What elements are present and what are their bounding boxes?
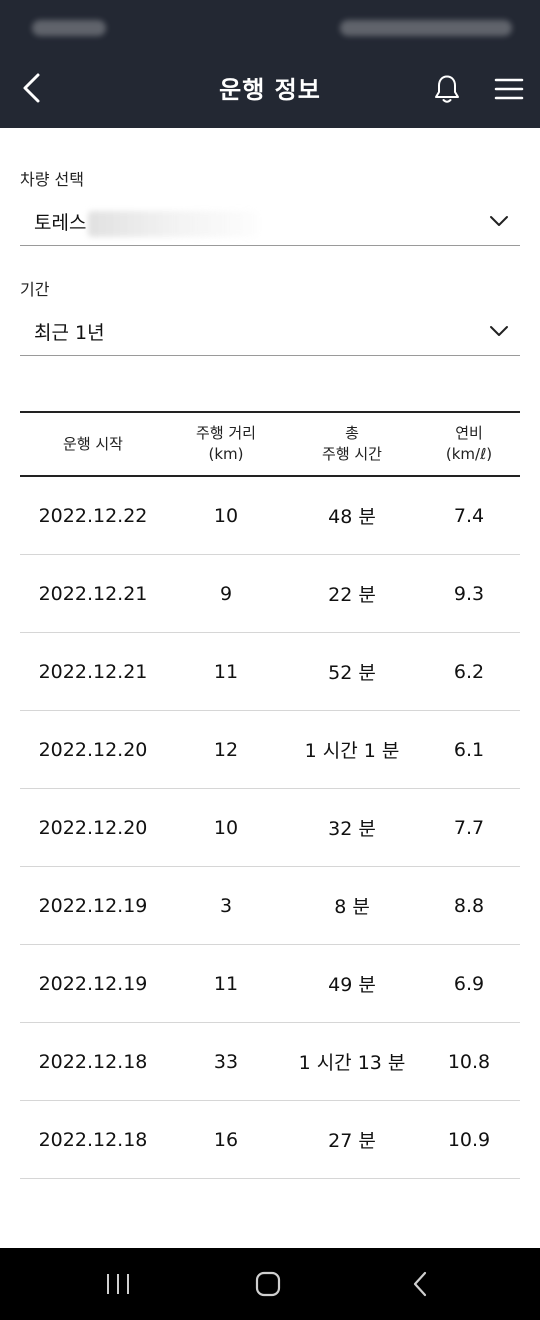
home-button[interactable] <box>246 1262 290 1306</box>
cell-duration: 1 시간 1 분 <box>304 740 400 762</box>
cell-date: 2022.12.22 <box>38 504 148 527</box>
column-header-efficiency: 연비 (km/ℓ) <box>418 413 520 475</box>
table-row[interactable]: 2022.12.21 9 22 분 9.3 <box>20 555 520 633</box>
recent-apps-icon <box>107 1274 129 1294</box>
column-header-duration: 총 주행 시간 <box>286 413 418 475</box>
cell-distance: 9 <box>219 582 233 605</box>
cell-distance: 10 <box>213 504 239 527</box>
cell-duration: 27 분 <box>328 1130 376 1152</box>
vehicle-select-value: 토레스 <box>34 208 259 237</box>
table-row[interactable]: 2022.12.20 10 32 분 7.7 <box>20 789 520 867</box>
cell-distance: 10 <box>213 816 239 839</box>
table-row[interactable]: 2022.12.21 11 52 분 6.2 <box>20 633 520 711</box>
cell-duration: 48 분 <box>328 506 376 528</box>
system-back-icon <box>413 1271 427 1297</box>
period-select-value: 최근 1년 <box>34 322 105 344</box>
cell-distance: 11 <box>213 660 239 683</box>
cell-duration: 8 분 <box>334 896 370 918</box>
cell-date: 2022.12.19 <box>38 972 148 995</box>
cell-date: 2022.12.20 <box>38 816 148 839</box>
table-row[interactable]: 2022.12.18 16 27 분 10.9 <box>20 1101 520 1179</box>
column-header-start: 운행 시작 <box>20 413 166 475</box>
bell-icon <box>435 75 459 103</box>
status-bar-time-blurred <box>32 20 106 36</box>
home-icon <box>255 1271 281 1297</box>
nav-bar: 운행 정보 <box>0 56 540 120</box>
license-plate-blurred <box>88 210 259 237</box>
cell-distance: 33 <box>213 1050 239 1073</box>
menu-button[interactable] <box>488 68 530 110</box>
cell-distance: 11 <box>213 972 239 995</box>
table-row[interactable]: 2022.12.20 12 1 시간 1 분 6.1 <box>20 711 520 789</box>
period-select[interactable]: 최근 1년 <box>20 306 520 356</box>
cell-efficiency: 6.2 <box>453 660 485 683</box>
cell-duration: 52 분 <box>328 662 376 684</box>
cell-date: 2022.12.21 <box>38 582 148 605</box>
status-bar-indicators-blurred <box>340 20 512 36</box>
cell-distance: 16 <box>213 1128 239 1151</box>
column-header-efficiency-line1: 연비 <box>455 424 483 442</box>
cell-efficiency: 7.7 <box>453 816 485 839</box>
cell-efficiency: 8.8 <box>453 894 485 917</box>
cell-duration: 32 분 <box>328 818 376 840</box>
table-row[interactable]: 2022.12.19 11 49 분 6.9 <box>20 945 520 1023</box>
cell-efficiency: 10.9 <box>447 1128 491 1151</box>
cell-date: 2022.12.18 <box>38 1050 148 1073</box>
app-header: 운행 정보 <box>0 0 540 128</box>
back-button[interactable] <box>12 68 52 108</box>
system-nav-bar <box>0 1248 540 1320</box>
column-header-duration-line2: 주행 시간 <box>322 445 382 463</box>
vehicle-select-label: 차량 선택 <box>20 170 84 189</box>
column-header-efficiency-line2: (km/ℓ) <box>445 445 493 463</box>
notifications-button[interactable] <box>426 68 468 110</box>
system-back-button[interactable] <box>398 1262 442 1306</box>
table-header: 운행 시작 주행 거리 (km) 총 주행 시간 연비 (km/ℓ) <box>20 411 520 477</box>
page-title: 운행 정보 <box>219 76 321 104</box>
chevron-down-icon <box>490 326 508 336</box>
cell-distance: 12 <box>213 738 239 761</box>
back-arrow-icon <box>23 73 40 103</box>
table-row[interactable]: 2022.12.18 33 1 시간 13 분 10.8 <box>20 1023 520 1101</box>
column-header-duration-line1: 총 <box>345 424 359 442</box>
recent-apps-button[interactable] <box>96 1262 140 1306</box>
cell-efficiency: 9.3 <box>453 582 485 605</box>
chevron-down-icon <box>490 216 508 226</box>
trip-table: 운행 시작 주행 거리 (km) 총 주행 시간 연비 (km/ℓ) 2022.… <box>20 411 520 1179</box>
vehicle-name: 토레스 <box>34 212 87 234</box>
cell-date: 2022.12.19 <box>38 894 148 917</box>
column-header-distance-line1: 주행 거리 <box>196 424 256 442</box>
cell-date: 2022.12.20 <box>38 738 148 761</box>
column-header-start-line1: 운행 시작 <box>63 434 123 453</box>
cell-date: 2022.12.18 <box>38 1128 148 1151</box>
cell-efficiency: 6.1 <box>453 738 485 761</box>
cell-duration: 22 분 <box>328 584 376 606</box>
vehicle-select[interactable]: 토레스 <box>20 196 520 246</box>
cell-distance: 3 <box>219 894 233 917</box>
period-select-label: 기간 <box>20 280 50 299</box>
table-row[interactable]: 2022.12.19 3 8 분 8.8 <box>20 867 520 945</box>
cell-duration: 49 분 <box>328 974 376 996</box>
table-row[interactable]: 2022.12.22 10 48 분 7.4 <box>20 477 520 555</box>
cell-date: 2022.12.21 <box>38 660 148 683</box>
cell-efficiency: 6.9 <box>453 972 485 995</box>
hamburger-menu-icon <box>494 78 524 100</box>
status-bar <box>0 0 540 56</box>
cell-efficiency: 10.8 <box>447 1050 491 1073</box>
column-header-distance-line2: (km) <box>208 445 244 463</box>
column-header-distance: 주행 거리 (km) <box>166 413 286 475</box>
cell-duration: 1 시간 13 분 <box>298 1052 406 1074</box>
cell-efficiency: 7.4 <box>453 504 485 527</box>
